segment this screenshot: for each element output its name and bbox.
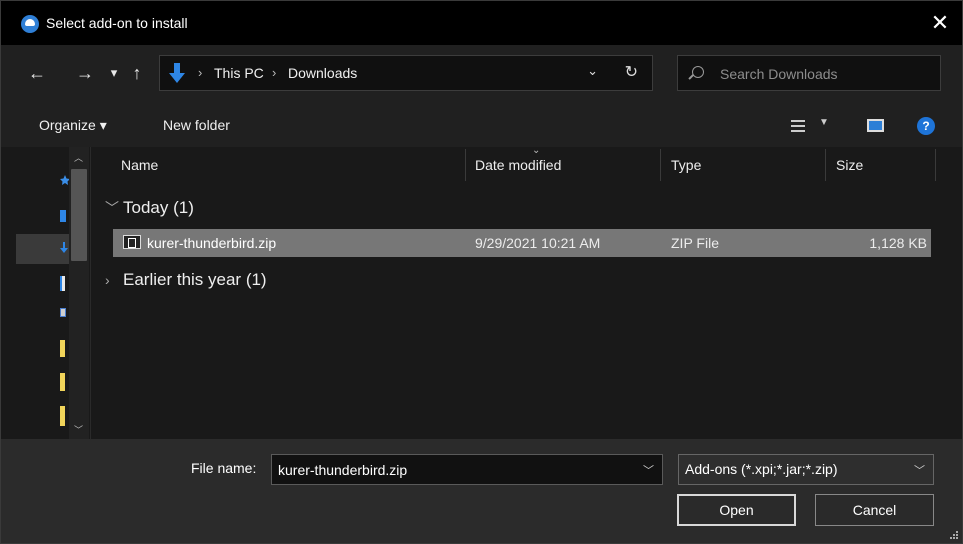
group-expand-chevron-icon[interactable]: › bbox=[105, 272, 115, 288]
back-button[interactable]: ← bbox=[25, 61, 49, 85]
open-button[interactable]: Open bbox=[677, 494, 796, 526]
breadcrumb-separator: › bbox=[198, 65, 203, 80]
folder-icon[interactable] bbox=[60, 406, 65, 426]
address-bar[interactable]: › This PC › Downloads ⌄ ↻ bbox=[159, 55, 653, 91]
column-header-date-modified[interactable]: Date modified bbox=[475, 157, 561, 173]
help-icon[interactable]: ? bbox=[917, 117, 935, 135]
column-divider[interactable] bbox=[465, 149, 466, 181]
search-box[interactable] bbox=[677, 55, 941, 91]
file-type-selected-value: Add-ons (*.xpi;*.jar;*.zip) bbox=[685, 461, 838, 477]
zip-file-icon bbox=[123, 235, 141, 249]
sort-indicator-icon: ⌄ bbox=[532, 145, 541, 156]
refresh-button[interactable]: ↻ bbox=[625, 62, 638, 82]
select-addon-dialog: Select add-on to install ✕ ← → ▾ ↑ › Thi… bbox=[0, 0, 963, 544]
size-cell: 1,128 KB bbox=[869, 235, 927, 251]
group-earlier-this-year[interactable]: › Earlier this year (1) bbox=[105, 270, 267, 290]
file-list[interactable]: Name ⌄ Date modified Type Size ﹀ Today (1… bbox=[93, 145, 962, 439]
forward-button[interactable]: → bbox=[73, 61, 97, 85]
group-collapse-chevron-icon[interactable]: ﹀ bbox=[105, 198, 119, 218]
file-type-select[interactable]: Add-ons (*.xpi;*.jar;*.zip) ﹀ bbox=[678, 454, 934, 485]
up-button[interactable]: ↑ bbox=[125, 61, 149, 85]
breadcrumb-separator: › bbox=[272, 65, 277, 80]
chevron-down-icon[interactable]: ﹀ bbox=[914, 462, 925, 478]
chevron-down-icon[interactable]: ﹀ bbox=[643, 462, 654, 478]
scroll-down-icon[interactable]: ﹀ bbox=[74, 423, 83, 436]
column-divider[interactable] bbox=[660, 149, 661, 181]
column-divider[interactable] bbox=[935, 149, 936, 181]
command-bar: Organize ▾ New folder ▼ ? bbox=[1, 103, 962, 147]
column-header-size[interactable]: Size bbox=[836, 157, 863, 173]
search-input[interactable] bbox=[720, 64, 930, 84]
nav-pane-scrollbar[interactable]: ︿ ﹀ bbox=[69, 147, 89, 439]
documents-folder-icon[interactable] bbox=[60, 276, 65, 291]
title-bar: Select add-on to install ✕ bbox=[1, 1, 962, 45]
navigation-bar: ← → ▾ ↑ › This PC › Downloads ⌄ ↻ bbox=[1, 45, 962, 103]
date-modified-cell: 9/29/2021 10:21 AM bbox=[475, 235, 601, 251]
navigation-pane[interactable]: ︿ ﹀ bbox=[1, 147, 91, 439]
group-label: Today (1) bbox=[123, 198, 194, 217]
search-icon bbox=[692, 66, 704, 78]
column-header-name[interactable]: Name bbox=[121, 157, 158, 173]
downloads-arrow-icon bbox=[169, 63, 185, 83]
dialog-footer: File name: ﹀ Add-ons (*.xpi;*.jar;*.zip)… bbox=[1, 439, 962, 543]
view-options-icon[interactable] bbox=[791, 120, 805, 132]
column-divider[interactable] bbox=[825, 149, 826, 181]
organize-button[interactable]: Organize ▾ bbox=[39, 117, 107, 134]
preview-pane-icon[interactable] bbox=[867, 119, 884, 132]
file-name-combobox[interactable]: ﹀ bbox=[271, 454, 663, 485]
pictures-folder-icon[interactable] bbox=[60, 308, 66, 317]
group-label: Earlier this year (1) bbox=[123, 270, 267, 289]
dialog-title: Select add-on to install bbox=[46, 15, 188, 31]
scrollbar-thumb[interactable] bbox=[71, 169, 87, 261]
group-today[interactable]: ﹀ Today (1) bbox=[105, 198, 194, 218]
breadcrumb-downloads[interactable]: Downloads bbox=[288, 65, 357, 81]
desktop-folder-icon[interactable] bbox=[60, 210, 66, 222]
resize-grip-icon[interactable] bbox=[950, 531, 958, 539]
file-name-cell: kurer-thunderbird.zip bbox=[147, 235, 277, 251]
scroll-up-icon[interactable]: ︿ bbox=[74, 151, 83, 164]
view-dropdown-button[interactable]: ▼ bbox=[819, 117, 829, 128]
downloads-folder-icon[interactable] bbox=[60, 242, 68, 254]
file-name-label: File name: bbox=[191, 460, 257, 476]
close-button[interactable]: ✕ bbox=[924, 9, 956, 37]
breadcrumb-this-pc[interactable]: This PC bbox=[214, 65, 264, 81]
recent-locations-button[interactable]: ▾ bbox=[107, 61, 121, 85]
new-folder-button[interactable]: New folder bbox=[163, 117, 230, 133]
column-header-type[interactable]: Type bbox=[671, 157, 701, 173]
address-dropdown-button[interactable]: ⌄ bbox=[587, 63, 598, 79]
thunderbird-app-icon bbox=[21, 15, 39, 33]
folder-icon[interactable] bbox=[60, 340, 65, 357]
table-row[interactable]: kurer-thunderbird.zip 9/29/2021 10:21 AM… bbox=[113, 229, 931, 257]
folder-icon[interactable] bbox=[60, 373, 65, 391]
file-name-input[interactable] bbox=[278, 461, 628, 479]
cancel-button[interactable]: Cancel bbox=[815, 494, 934, 526]
type-cell: ZIP File bbox=[671, 235, 719, 251]
